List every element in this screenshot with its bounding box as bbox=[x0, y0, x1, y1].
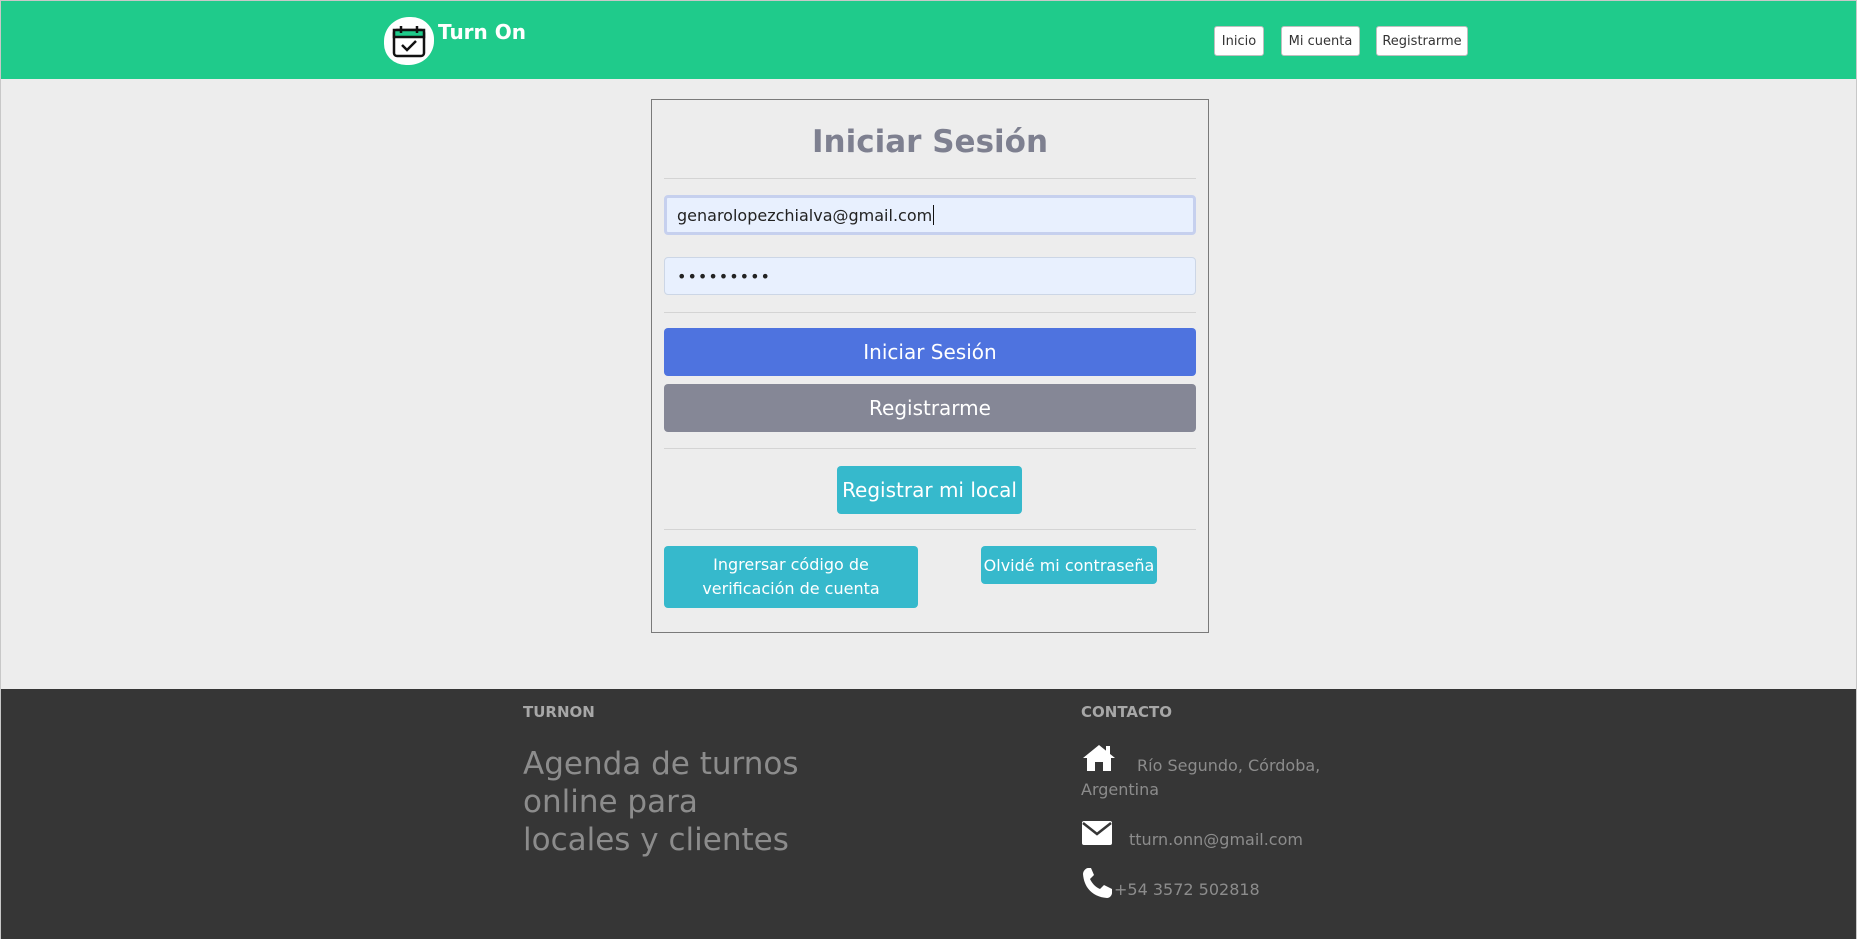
password-value: ••••••••• bbox=[677, 266, 771, 286]
verify-code-button[interactable]: Ingrersar código de verificación de cuen… bbox=[664, 546, 918, 608]
login-title: Iniciar Sesión bbox=[811, 124, 1049, 160]
home-icon bbox=[1081, 743, 1117, 777]
forgot-password-button[interactable]: Olvidé mi contraseña bbox=[981, 546, 1157, 584]
calendar-check-icon bbox=[384, 17, 434, 65]
nav-link-mi-cuenta[interactable]: Mi cuenta bbox=[1281, 26, 1360, 56]
nav-link-inicio[interactable]: Inicio bbox=[1214, 26, 1264, 56]
divider bbox=[664, 529, 1196, 530]
contact-phone[interactable]: +54 3572 502818 bbox=[1114, 880, 1260, 899]
footer-contact-heading: CONTACTO bbox=[1081, 703, 1172, 721]
footer-tagline: Agenda de turnos online para locales y c… bbox=[523, 745, 813, 859]
footer-brand-heading: TURNON bbox=[523, 703, 595, 721]
nav-link-registrarme[interactable]: Registrarme bbox=[1376, 26, 1468, 56]
email-field[interactable]: genarolopezchialva@gmail.com bbox=[664, 195, 1196, 235]
tagline-line: locales y clientes bbox=[523, 822, 789, 858]
email-value: genarolopezchialva@gmail.com bbox=[677, 205, 933, 225]
contact-email[interactable]: tturn.onn@gmail.com bbox=[1129, 830, 1303, 849]
divider bbox=[664, 448, 1196, 449]
register-local-button[interactable]: Registrar mi local bbox=[837, 466, 1022, 514]
navbar: Turn On Inicio Mi cuenta Registrarme bbox=[1, 1, 1856, 79]
register-button[interactable]: Registrarme bbox=[664, 384, 1196, 432]
password-field[interactable]: ••••••••• bbox=[664, 257, 1196, 295]
footer: TURNON Agenda de turnos online para loca… bbox=[1, 689, 1856, 939]
text-caret bbox=[933, 205, 935, 225]
tagline-line: Agenda de turnos bbox=[523, 746, 799, 782]
brand-name: Turn On bbox=[438, 20, 526, 44]
phone-icon bbox=[1081, 866, 1113, 904]
address-line: Argentina bbox=[1081, 780, 1160, 799]
envelope-icon bbox=[1081, 820, 1113, 850]
tagline-line: online para bbox=[523, 784, 698, 820]
divider bbox=[664, 312, 1196, 313]
address-line: Río Segundo, Córdoba, bbox=[1137, 756, 1321, 775]
login-submit-button[interactable]: Iniciar Sesión bbox=[664, 328, 1196, 376]
login-card: Iniciar Sesión genarolopezchialva@gmail.… bbox=[651, 99, 1209, 633]
divider bbox=[664, 178, 1196, 179]
brand[interactable]: Turn On bbox=[384, 17, 526, 65]
